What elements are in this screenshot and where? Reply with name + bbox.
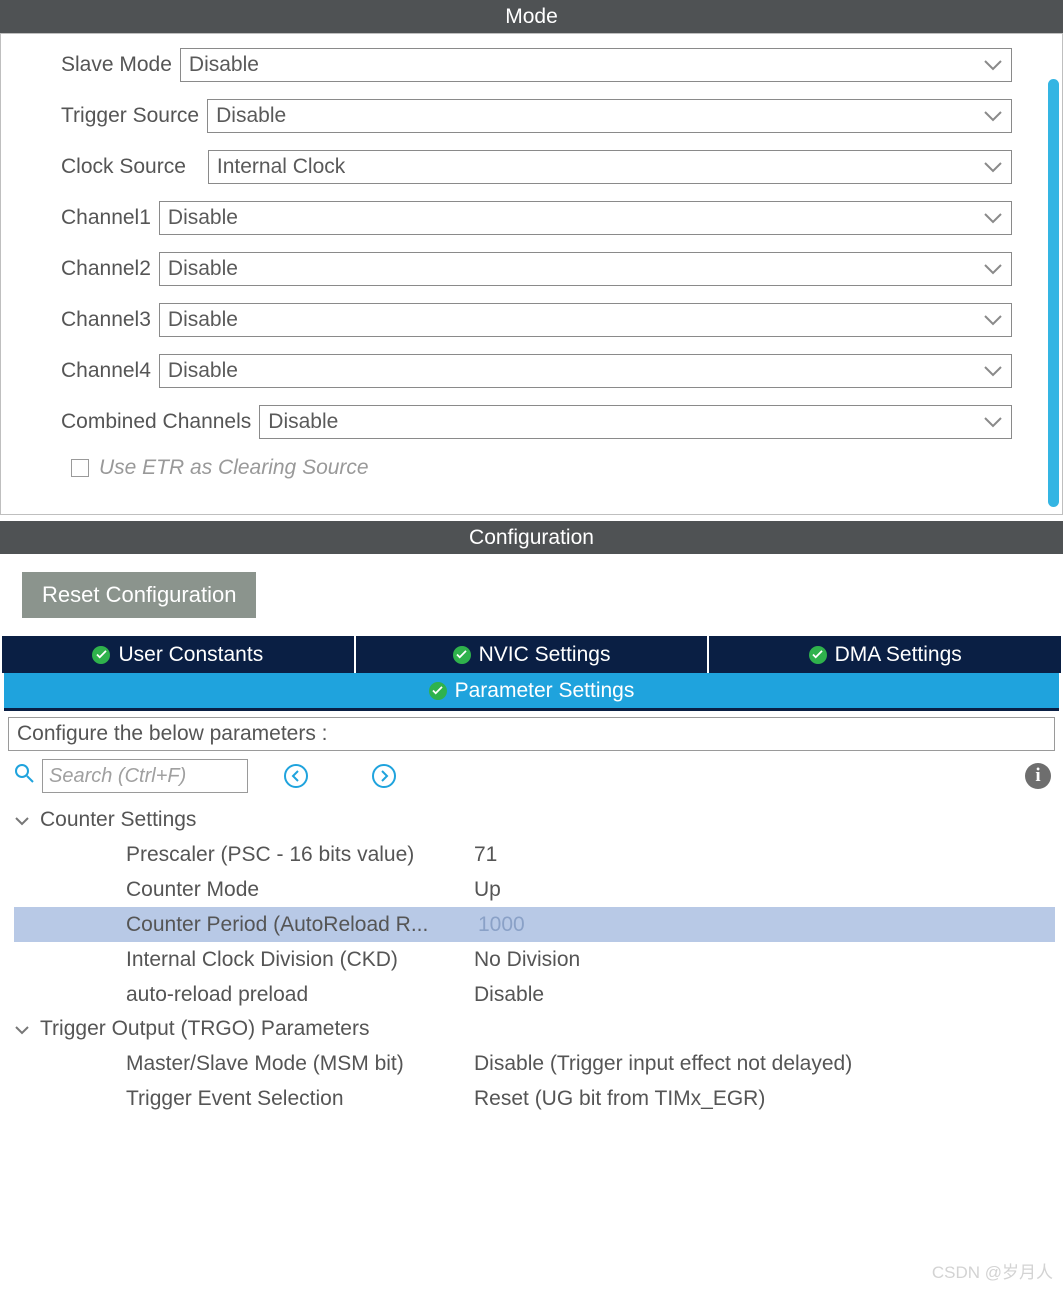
chevron-down-icon — [983, 259, 1003, 279]
search-row: Search (Ctrl+F) i — [14, 759, 1051, 793]
watermark: CSDN @岁月人 — [932, 1258, 1053, 1283]
trigger-source-label: Trigger Source — [61, 104, 207, 128]
slave-mode-row: Slave Mode Disable — [1, 48, 1062, 82]
chevron-down-icon — [983, 55, 1003, 75]
channel2-label: Channel2 — [61, 257, 159, 281]
group-title: Trigger Output (TRGO) Parameters — [40, 1017, 369, 1041]
tab-dma-settings[interactable]: DMA Settings — [709, 636, 1061, 673]
configuration-panel: Reset Configuration User Constants NVIC … — [0, 554, 1063, 1116]
chevron-down-icon — [983, 361, 1003, 381]
param-value: No Division — [474, 948, 1055, 972]
param-value: Up — [474, 878, 1055, 902]
chevron-down-icon — [14, 808, 30, 832]
param-prescaler[interactable]: Prescaler (PSC - 16 bits value) 71 — [14, 837, 1055, 872]
channel1-value: Disable — [168, 206, 238, 230]
param-name: Counter Mode — [14, 878, 474, 902]
param-value: 71 — [474, 843, 1055, 867]
channel1-select[interactable]: Disable — [159, 201, 1012, 235]
tab-nvic-settings[interactable]: NVIC Settings — [356, 636, 710, 673]
next-match-button[interactable] — [372, 764, 396, 788]
tab-label: DMA Settings — [835, 643, 962, 667]
param-name: Trigger Event Selection — [14, 1087, 474, 1111]
channel1-row: Channel1 Disable — [1, 201, 1062, 235]
param-counter-mode[interactable]: Counter Mode Up — [14, 872, 1055, 907]
channel2-select[interactable]: Disable — [159, 252, 1012, 286]
channel3-label: Channel3 — [61, 308, 159, 332]
channel2-row: Channel2 Disable — [1, 252, 1062, 286]
clock-source-select[interactable]: Internal Clock — [208, 150, 1012, 184]
chevron-down-icon — [983, 412, 1003, 432]
channel1-label: Channel1 — [61, 206, 159, 230]
channel2-value: Disable — [168, 257, 238, 281]
group-title: Counter Settings — [40, 808, 196, 832]
param-name: Prescaler (PSC - 16 bits value) — [14, 843, 474, 867]
search-icon[interactable] — [14, 763, 34, 789]
chevron-down-icon — [983, 310, 1003, 330]
mode-header: Mode — [0, 0, 1063, 33]
clock-source-row: Clock Source Internal Clock — [1, 150, 1062, 184]
check-icon — [809, 646, 827, 664]
combined-channels-select[interactable]: Disable — [259, 405, 1012, 439]
combined-channels-value: Disable — [268, 410, 338, 434]
param-auto-reload-preload[interactable]: auto-reload preload Disable — [14, 977, 1055, 1012]
channel4-value: Disable — [168, 359, 238, 383]
param-value: Reset (UG bit from TIMx_EGR) — [474, 1087, 1055, 1111]
channel4-select[interactable]: Disable — [159, 354, 1012, 388]
combined-channels-label: Combined Channels — [61, 410, 259, 434]
check-icon — [92, 646, 110, 664]
reset-configuration-button[interactable]: Reset Configuration — [22, 572, 256, 618]
clock-source-value: Internal Clock — [217, 155, 345, 179]
info-icon[interactable]: i — [1025, 763, 1051, 789]
check-icon — [429, 682, 447, 700]
channel4-row: Channel4 Disable — [1, 354, 1062, 388]
mode-panel: Slave Mode Disable Trigger Source Disabl… — [0, 33, 1063, 515]
check-icon — [453, 646, 471, 664]
tab-label: Parameter Settings — [455, 679, 635, 703]
channel3-row: Channel3 Disable — [1, 303, 1062, 337]
prev-match-button[interactable] — [284, 764, 308, 788]
chevron-down-icon — [983, 106, 1003, 126]
etr-clearing-row: Use ETR as Clearing Source — [1, 456, 1062, 480]
chevron-down-icon — [983, 208, 1003, 228]
param-name: Master/Slave Mode (MSM bit) — [14, 1052, 474, 1076]
configure-prompt: Configure the below parameters : — [8, 717, 1055, 751]
slave-mode-value: Disable — [189, 53, 259, 77]
trgo-group[interactable]: Trigger Output (TRGO) Parameters — [14, 1012, 1055, 1046]
combined-channels-row: Combined Channels Disable — [1, 405, 1062, 439]
tab-label: NVIC Settings — [479, 643, 611, 667]
trigger-source-row: Trigger Source Disable — [1, 99, 1062, 133]
param-name: Internal Clock Division (CKD) — [14, 948, 474, 972]
slave-mode-select[interactable]: Disable — [180, 48, 1012, 82]
etr-checkbox — [71, 459, 89, 477]
search-input[interactable]: Search (Ctrl+F) — [42, 759, 248, 793]
param-value: Disable (Trigger input effect not delaye… — [474, 1052, 1055, 1076]
param-value: 1000 — [474, 913, 1055, 937]
trigger-source-value: Disable — [216, 104, 286, 128]
etr-label: Use ETR as Clearing Source — [99, 456, 369, 480]
tab-bar: User Constants NVIC Settings DMA Setting… — [2, 636, 1061, 673]
slave-mode-label: Slave Mode — [61, 53, 180, 77]
tab-parameter-settings[interactable]: Parameter Settings — [4, 673, 1059, 711]
param-trigger-event[interactable]: Trigger Event Selection Reset (UG bit fr… — [14, 1081, 1055, 1116]
configuration-header: Configuration — [0, 521, 1063, 554]
tab-label: User Constants — [118, 643, 263, 667]
clock-source-label: Clock Source — [61, 155, 208, 179]
channel3-select[interactable]: Disable — [159, 303, 1012, 337]
trigger-source-select[interactable]: Disable — [207, 99, 1012, 133]
param-msm-bit[interactable]: Master/Slave Mode (MSM bit) Disable (Tri… — [14, 1046, 1055, 1081]
parameter-tree: Counter Settings Prescaler (PSC - 16 bit… — [14, 803, 1055, 1116]
channel4-label: Channel4 — [61, 359, 159, 383]
param-counter-period[interactable]: Counter Period (AutoReload R... 1000 — [14, 907, 1055, 942]
mode-scrollbar[interactable] — [1048, 79, 1059, 507]
param-name: Counter Period (AutoReload R... — [14, 913, 474, 937]
chevron-down-icon — [983, 157, 1003, 177]
param-name: auto-reload preload — [14, 983, 474, 1007]
param-clock-division[interactable]: Internal Clock Division (CKD) No Divisio… — [14, 942, 1055, 977]
counter-settings-group[interactable]: Counter Settings — [14, 803, 1055, 837]
chevron-down-icon — [14, 1017, 30, 1041]
tab-user-constants[interactable]: User Constants — [2, 636, 356, 673]
param-value: Disable — [474, 983, 1055, 1007]
channel3-value: Disable — [168, 308, 238, 332]
